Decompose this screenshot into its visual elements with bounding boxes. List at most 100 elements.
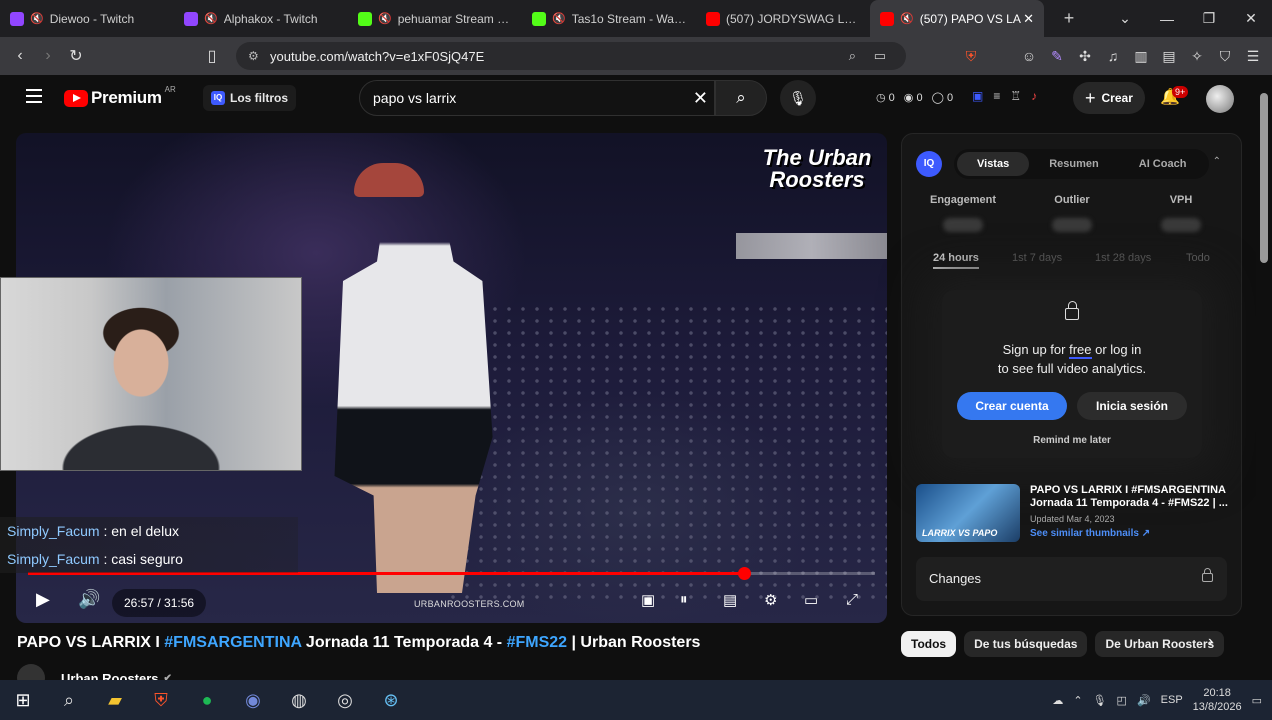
- period-all[interactable]: Todo: [1186, 252, 1210, 264]
- cast-icon[interactable]: ▭: [874, 48, 886, 64]
- clear-search-icon[interactable]: ✕: [693, 88, 708, 109]
- speaker-icon[interactable]: 🔊: [1137, 694, 1151, 707]
- browser-tab[interactable]: 🔇 Alphakox - Twitch: [174, 0, 348, 37]
- app-icon[interactable]: ◎: [322, 690, 368, 711]
- alert-icon[interactable]: ♪: [1031, 89, 1037, 103]
- scrubber-handle[interactable]: [737, 567, 751, 580]
- close-tab-icon[interactable]: ✕: [1023, 11, 1034, 27]
- discord-icon[interactable]: ◉: [230, 690, 276, 711]
- browser-tab[interactable]: 🔇 Tas1o Stream - Watch: [522, 0, 696, 37]
- similar-thumbnails-link[interactable]: See similar thumbnails ↗: [1030, 528, 1230, 539]
- translate-extension-icon[interactable]: ✎: [1048, 48, 1066, 65]
- vidiq-icon[interactable]: ▣: [972, 89, 983, 103]
- panel-tabs: IQ Vistas Resumen AI Coach: [916, 149, 1210, 179]
- forward-icon[interactable]: ›: [34, 47, 62, 65]
- muted-icon[interactable]: 🔇: [552, 12, 566, 25]
- back-icon[interactable]: ‹: [6, 47, 34, 65]
- steam-icon[interactable]: ⊛: [368, 690, 414, 711]
- chip-all[interactable]: Todos: [901, 631, 957, 657]
- close-window-button[interactable]: ✕: [1230, 10, 1272, 27]
- hamburger-menu-icon[interactable]: [26, 89, 42, 103]
- muted-icon[interactable]: 🔇: [900, 12, 914, 25]
- obs-icon[interactable]: ◍: [276, 690, 322, 711]
- spotify-icon[interactable]: ●: [184, 690, 230, 711]
- hashtag-link[interactable]: #FMSARGENTINA: [164, 634, 301, 651]
- network-icon[interactable]: ◰: [1117, 694, 1127, 707]
- youtube-logo[interactable]: Premium AR: [64, 85, 176, 108]
- chip-from-channel[interactable]: De Urban Roosters: [1095, 631, 1225, 657]
- muted-icon[interactable]: 🔇: [30, 12, 44, 25]
- chevron-right-icon[interactable]: ›: [1208, 633, 1213, 651]
- weather-icon[interactable]: ☁: [1052, 694, 1063, 707]
- chip-from-searches[interactable]: De tus búsquedas: [964, 631, 1088, 657]
- restore-button[interactable]: ❐: [1188, 10, 1230, 27]
- changes-row[interactable]: Changes: [916, 557, 1227, 601]
- site-settings-icon[interactable]: ⚙: [248, 49, 259, 63]
- vidiq-player-icon[interactable]: ▣: [641, 591, 655, 609]
- volume-icon[interactable]: 🔊: [78, 589, 100, 610]
- play-icon[interactable]: ▶: [36, 589, 50, 610]
- collapse-chevron-icon[interactable]: ⌃: [1213, 156, 1221, 167]
- period-24h[interactable]: 24 hours: [933, 252, 979, 269]
- create-button[interactable]: + Crear: [1073, 82, 1145, 114]
- browser-tab[interactable]: (507) JORDYSWAG LE TIR: [696, 0, 870, 37]
- video-thumbnail[interactable]: LARRIX VS PAPO: [916, 484, 1020, 542]
- fullscreen-icon[interactable]: ⤢: [846, 591, 858, 608]
- zoom-icon[interactable]: ⌕: [849, 48, 856, 64]
- award-icon[interactable]: ♖: [1010, 89, 1021, 103]
- notification-center-icon[interactable]: ▭: [1252, 694, 1262, 707]
- language-indicator[interactable]: ESP: [1161, 694, 1183, 706]
- reload-icon[interactable]: ↻: [62, 46, 90, 66]
- hashtag-link[interactable]: #FMS22: [507, 634, 567, 651]
- browser-tab-active[interactable]: 🔇 (507) PAPO VS LA ✕: [870, 0, 1044, 37]
- puzzle-icon[interactable]: ✣: [1076, 48, 1094, 65]
- period-28d[interactable]: 1st 28 days: [1095, 252, 1151, 264]
- theater-mode-icon[interactable]: ▭: [804, 591, 818, 609]
- page-scrollbar[interactable]: [1256, 75, 1272, 680]
- minimize-button[interactable]: —: [1146, 11, 1188, 27]
- new-tab-button[interactable]: +: [1054, 8, 1084, 29]
- music-icon[interactable]: ♫: [1104, 48, 1122, 64]
- muted-icon[interactable]: 🔇: [204, 12, 218, 25]
- bookmark-icon[interactable]: ▯: [198, 46, 226, 66]
- url-field[interactable]: ⚙ youtube.com/watch?v=e1xF0SjQ47E ⌕ ▭: [236, 42, 906, 70]
- chevron-up-icon[interactable]: ⌃: [1073, 694, 1082, 707]
- settings-gear-icon[interactable]: ⚙: [764, 591, 777, 609]
- similar-video[interactable]: LARRIX VS PAPO PAPO VS LARRIX I #FMSARGE…: [916, 484, 1236, 546]
- brave-icon[interactable]: ⛨: [138, 690, 184, 711]
- windows-start-icon[interactable]: ⊞: [0, 690, 46, 711]
- tab-ai-coach[interactable]: AI Coach: [1119, 152, 1207, 176]
- browser-tab[interactable]: 🔇 pehuamar Stream - W: [348, 0, 522, 37]
- search-input[interactable]: papo vs larrix ✕: [359, 80, 715, 116]
- vpn-icon[interactable]: ⛉: [1216, 48, 1234, 65]
- scrollbar-thumb[interactable]: [1260, 93, 1268, 263]
- search-button[interactable]: ⌕: [715, 80, 767, 116]
- stats-counters: ◷ 0 ◉ 0 ◯ 0: [876, 91, 953, 104]
- wallet-icon[interactable]: ▤: [1160, 48, 1178, 65]
- sidebar-icon[interactable]: ▥: [1132, 48, 1150, 65]
- mic-icon[interactable]: 🎙: [1093, 694, 1107, 707]
- tab-search-icon[interactable]: ⌄: [1104, 10, 1146, 27]
- create-account-button[interactable]: Crear cuenta: [957, 392, 1067, 420]
- tab-vistas[interactable]: Vistas: [957, 152, 1030, 176]
- voice-search-button[interactable]: 🎙: [780, 80, 816, 116]
- emoji-extension-icon[interactable]: ☺: [1020, 48, 1038, 64]
- leo-icon[interactable]: ✧: [1188, 48, 1206, 65]
- subtitles-icon[interactable]: ▤: [723, 591, 737, 609]
- header-extension-icons: ▣ ≡ ♖ ♪: [972, 89, 1037, 103]
- clock[interactable]: 20:18 13/8/2026: [1193, 686, 1242, 714]
- brave-shield-icon[interactable]: ⛨: [962, 48, 980, 65]
- login-button[interactable]: Inicia sesión: [1077, 392, 1187, 420]
- avatar[interactable]: [1206, 85, 1234, 113]
- pause-toggle-icon[interactable]: ⏸: [680, 591, 688, 608]
- browser-tab[interactable]: 🔇 Diewoo - Twitch: [0, 0, 174, 37]
- tab-resumen[interactable]: Resumen: [1029, 152, 1119, 176]
- filters-button[interactable]: IQ Los filtros: [203, 85, 297, 111]
- search-icon[interactable]: ⌕: [46, 690, 92, 711]
- period-7d[interactable]: 1st 7 days: [1012, 252, 1062, 264]
- remind-later-link[interactable]: Remind me later: [942, 435, 1202, 446]
- menu-icon[interactable]: ☰: [1244, 48, 1262, 65]
- list-icon[interactable]: ≡: [993, 89, 1000, 103]
- file-explorer-icon[interactable]: ▰: [92, 690, 138, 711]
- muted-icon[interactable]: 🔇: [378, 12, 392, 25]
